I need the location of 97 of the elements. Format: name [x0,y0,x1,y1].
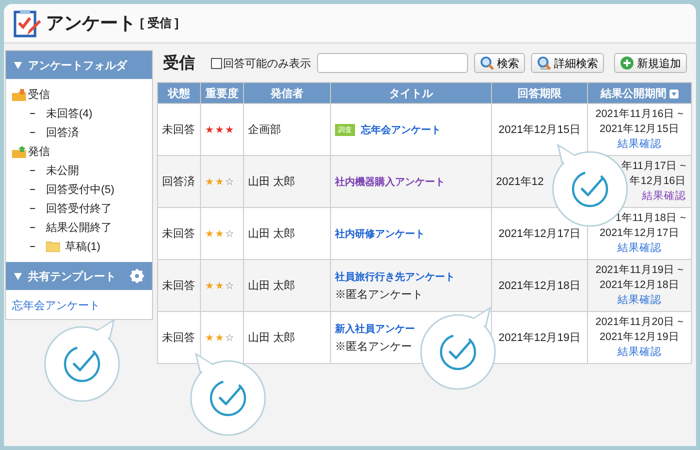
filled-star-icon: ★ [215,280,224,292]
table-cell: 未回答 [162,280,195,292]
filled-star-icon: ★ [205,332,214,344]
dash-icon [30,227,35,228]
date-text: 年12月16日 [630,175,686,187]
folder-item[interactable]: 発信 [12,142,152,161]
dropdown-icon[interactable] [668,88,678,99]
result-link[interactable]: 結果確認 [618,138,662,150]
table-cell: 山田 太郎 [248,332,296,344]
collapse-icon[interactable] [14,272,22,280]
survey-title-link[interactable]: 忘年会アンケート [361,122,441,136]
table-cell: 未回答 [162,124,195,136]
table-cell: 2021年12月18日 [498,280,580,292]
anonymous-note: ※匿名アンケー [335,340,413,354]
empty-star-icon: ☆ [225,228,234,240]
search-icon [480,56,494,70]
page-heading: 受信 [163,53,195,74]
result-link[interactable]: 結果確認 [642,190,686,202]
folder-item[interactable]: 回答済 [12,123,152,142]
folder-item[interactable]: 未回答(4) [12,104,152,123]
filled-star-icon: ★ [215,124,224,136]
date-text: 2021年11月20日 ~ [596,316,684,328]
date-text: 2021年12月15日 [600,123,680,135]
inbox-folder-icon [12,88,26,100]
column-header[interactable]: 結果公開期間 [588,82,692,104]
folder-item[interactable]: 受信 [12,85,152,104]
outbox-folder-icon [12,146,26,158]
search-document-icon [537,56,551,70]
date-text: 年11月17日 ~ [621,160,686,172]
survey-title-link[interactable]: 新入社員アンケー [335,322,415,336]
folder-item[interactable]: 回答受付終了 [12,199,152,218]
filled-star-icon: ★ [215,228,224,240]
dash-icon [30,113,35,114]
table-cell: 未回答 [162,228,195,240]
date-text: 2021年12月18日 [600,279,680,291]
column-header[interactable]: 状態 [158,82,200,104]
column-header[interactable]: 発信者 [244,82,330,104]
table-cell: 未回答 [162,332,195,344]
table-cell: 2021年12月17日 [498,228,580,240]
result-link[interactable]: 結果確認 [618,242,662,254]
date-text: 1年11月18日 ~ [616,212,686,224]
anonymous-note: ※匿名アンケート [335,288,424,302]
filled-star-icon: ★ [215,332,224,344]
table-cell: 2021年12 [496,176,544,188]
table-cell: 回答済 [162,176,195,188]
toolbar-button[interactable]: 詳細検索 [531,53,604,73]
toolbar-button[interactable]: 検索 [474,53,525,73]
dash-icon [30,170,35,171]
date-text: 2021年11月19日 ~ [596,264,684,276]
survey-title-link[interactable]: 社内研修アンケート [335,226,425,240]
filled-star-icon: ★ [205,280,214,292]
dash-icon [30,132,35,133]
folder-icon [46,241,60,252]
filled-star-icon: ★ [205,228,214,240]
empty-star-icon: ☆ [225,280,234,292]
column-header[interactable]: 重要度 [200,82,244,104]
app-title: アンケート [46,12,136,35]
survey-title-link[interactable]: 社内機器購入アンケート [335,174,445,188]
survey-title-link[interactable]: 社員旅行行き先アンケート [335,270,455,284]
table-cell: 2021年12月15日 [498,124,580,136]
template-panel-header: 共有テンプレート [28,270,116,284]
toolbar-button[interactable]: 新規追加 [614,53,687,73]
folder-panel-header: アンケートフォルダ [28,58,127,72]
table-cell: 山田 太郎 [248,280,296,292]
result-link[interactable]: 結果確認 [618,294,662,306]
folder-item[interactable]: 未公開 [12,161,152,180]
date-text: 2021年12月17日 [600,227,680,239]
filled-star-icon: ★ [225,124,234,136]
page-subtitle: [ 受信 ] [140,14,179,32]
folder-item[interactable]: 草稿(1) [12,237,152,256]
table-cell: 山田 太郎 [248,176,296,188]
collapse-icon[interactable] [14,62,22,68]
column-header[interactable]: 回答期限 [492,82,588,104]
folder-item[interactable]: 結果公開終了 [12,218,152,237]
result-link[interactable]: 結果確認 [618,346,662,358]
filled-star-icon: ★ [215,176,224,188]
search-field[interactable] [317,53,468,73]
filled-star-icon: ★ [205,124,214,136]
checkbox[interactable] [211,58,222,68]
folder-item[interactable]: 回答受付中(5) [12,180,152,199]
column-header[interactable]: タイトル [330,82,492,104]
filled-star-icon: ★ [205,176,214,188]
settings-icon[interactable] [130,269,144,283]
empty-star-icon: ☆ [225,332,234,344]
empty-star-icon: ☆ [225,176,234,188]
add-icon [620,56,634,70]
checkbox-label: 回答可能のみ表示 [223,56,311,70]
clipboard-pencil-icon [12,8,42,38]
table-cell: 2021年12月19日 [498,332,580,344]
date-text: 2021年12月19日 [600,331,680,343]
template-link[interactable]: 忘年会アンケート [12,300,100,312]
date-text: 2021年11月16日 ~ [596,108,684,120]
dash-icon [30,189,35,190]
dash-icon [30,246,35,247]
table-cell: 企画部 [248,124,281,136]
table-cell: 山田 太郎 [248,228,296,240]
dash-icon [30,208,35,209]
